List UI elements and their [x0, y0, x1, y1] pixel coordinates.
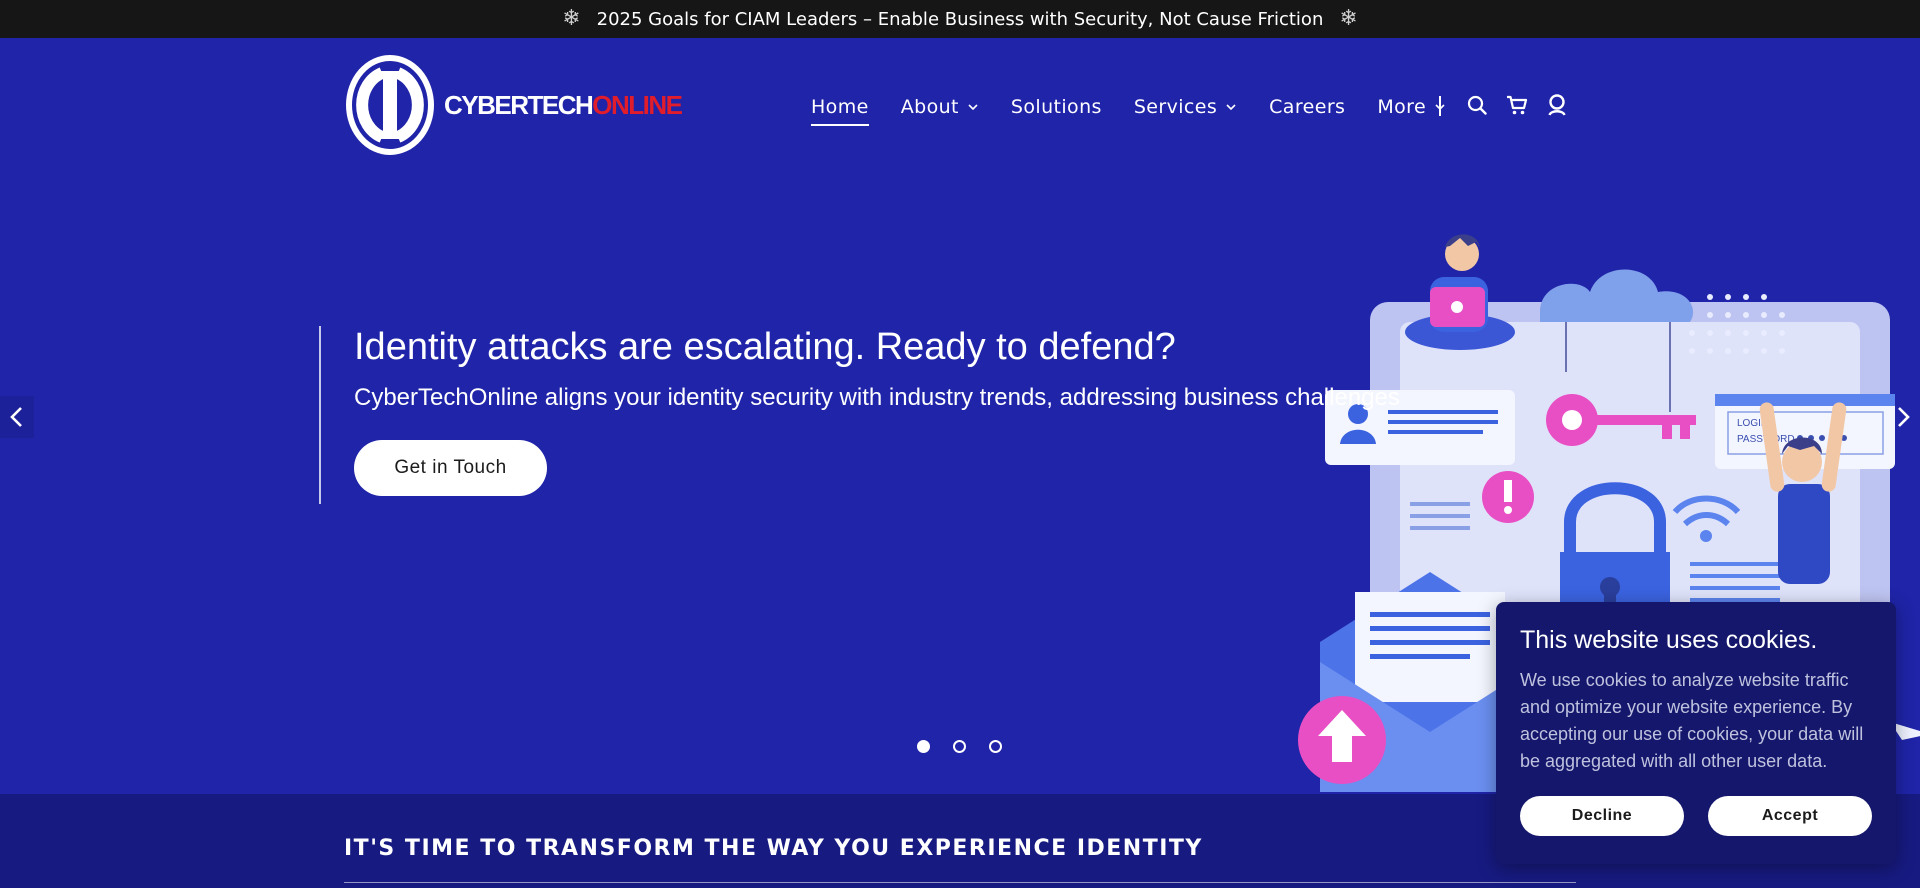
hero-accent-rule	[319, 326, 321, 504]
main-nav: Home About Solutions Services Careers Mo…	[811, 96, 1478, 126]
cookie-consent-dialog: This website uses cookies. We use cookie…	[1496, 602, 1896, 864]
logo-wordmark: CYBERTECHONLINE	[444, 89, 683, 121]
chevron-right-icon	[1898, 407, 1910, 427]
site-logo[interactable]: CYBERTECHONLINE	[346, 55, 683, 155]
nav-item-more[interactable]: More	[1377, 96, 1446, 118]
announcement-bar[interactable]: ❄ 2025 Goals for CIAM Leaders – Enable B…	[0, 0, 1920, 38]
logo-text-accent: ONLINE	[592, 89, 683, 120]
carousel-next-button[interactable]	[1886, 396, 1920, 438]
carousel-dot-3[interactable]	[989, 740, 1002, 753]
carousel-dot-1[interactable]	[917, 740, 930, 753]
hero-subtitle: CyberTechOnline aligns your identity sec…	[354, 384, 1400, 411]
carousel-dots	[917, 740, 1002, 753]
nav-label: About	[900, 96, 959, 118]
chevron-down-icon	[1226, 104, 1236, 111]
header-icons	[1466, 94, 1568, 116]
section-divider	[344, 882, 1576, 883]
nav-label: Solutions	[1010, 96, 1102, 118]
carousel-prev-button[interactable]	[0, 396, 34, 438]
nav-item-services[interactable]: Services	[1134, 96, 1237, 118]
nav-label: More	[1377, 96, 1427, 118]
nav-divider	[1439, 96, 1441, 116]
cookie-actions: Decline Accept	[1520, 796, 1872, 836]
chevron-down-icon	[968, 104, 978, 111]
accept-button[interactable]: Accept	[1708, 796, 1872, 836]
get-in-touch-button[interactable]: Get in Touch	[354, 440, 547, 496]
nav-item-solutions[interactable]: Solutions	[1011, 96, 1102, 118]
nav-label: Services	[1133, 96, 1218, 118]
snowflake-icon: ❄	[562, 6, 581, 31]
decline-button[interactable]: Decline	[1520, 796, 1684, 836]
account-icon[interactable]	[1546, 94, 1568, 116]
nav-label: Careers	[1269, 96, 1346, 118]
search-icon[interactable]	[1466, 94, 1488, 116]
section-title: IT'S TIME TO TRANSFORM THE WAY YOU EXPER…	[344, 836, 1203, 861]
site-header: CYBERTECHONLINE Home About Solutions Ser…	[0, 38, 1920, 172]
hero-title: Identity attacks are escalating. Ready t…	[354, 326, 1176, 368]
carousel-dot-2[interactable]	[953, 740, 966, 753]
cookie-title: This website uses cookies.	[1520, 626, 1818, 654]
nav-item-home[interactable]: Home	[811, 96, 869, 126]
snowflake-icon: ❄	[1339, 6, 1358, 31]
nav-item-careers[interactable]: Careers	[1269, 96, 1345, 118]
cookie-body: We use cookies to analyze website traffi…	[1520, 670, 1864, 771]
logo-text-primary: CYBERTECH	[444, 89, 594, 120]
cart-icon[interactable]	[1506, 94, 1528, 116]
chevron-left-icon	[10, 407, 22, 427]
logo-mark-icon	[346, 55, 434, 155]
nav-label: Home	[811, 96, 869, 118]
nav-item-about[interactable]: About	[901, 96, 979, 118]
announcement-text[interactable]: 2025 Goals for CIAM Leaders – Enable Bus…	[597, 9, 1324, 30]
